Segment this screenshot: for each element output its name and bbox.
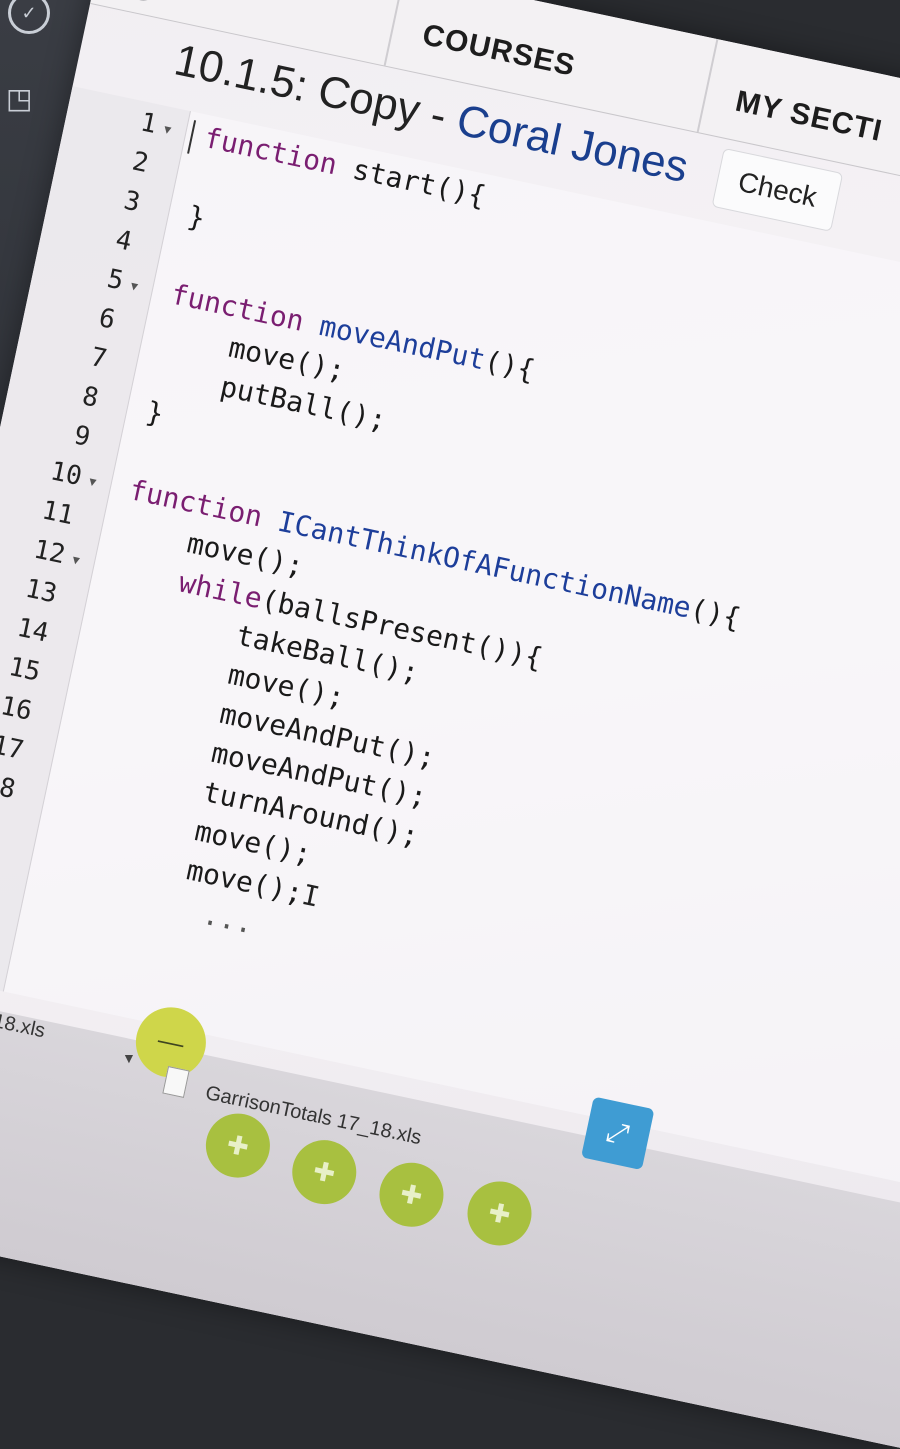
line-number: 7 xyxy=(87,342,110,375)
line-number: 4 xyxy=(112,224,135,258)
line-number: 11 xyxy=(39,495,77,532)
code-editor[interactable]: 1 ▼ 2 3 4 5 ▼ 6 7 8 9 10 ▼ 11 12 ▼ 13 14… xyxy=(0,86,900,1196)
line-number: 8 xyxy=(79,381,102,414)
line-number: 15 xyxy=(6,651,43,688)
line-number: 16 xyxy=(0,691,35,727)
line-number: 1 xyxy=(137,107,160,140)
keyword: function xyxy=(201,121,341,182)
star-icon[interactable]: ✚ xyxy=(199,1107,276,1184)
fold-arrow-icon[interactable]: ▼ xyxy=(69,552,84,568)
code-line[interactable]: } xyxy=(185,199,208,235)
text-caret xyxy=(187,120,197,154)
code-line[interactable]: } xyxy=(143,395,166,431)
star-icon[interactable]: ✚ xyxy=(286,1134,363,1211)
expand-icon[interactable]: ⤢ xyxy=(580,1096,655,1171)
line-number: 14 xyxy=(14,612,52,649)
line-number: 2 xyxy=(129,146,152,180)
chevron-down-icon[interactable]: ▼ xyxy=(122,1050,136,1066)
codehs-editor-screen: COURSES MY SECTI ⚙ 10.1.5: Copy - Coral … xyxy=(0,0,900,1449)
line-number: 13 xyxy=(22,573,60,610)
fold-arrow-icon[interactable]: ▼ xyxy=(85,474,100,490)
line-number: 17 xyxy=(0,730,27,767)
star-icon[interactable]: ✚ xyxy=(373,1156,450,1233)
code-text: (){ xyxy=(481,344,538,387)
code-text: start(){ xyxy=(333,149,489,213)
line-number: 18 xyxy=(0,769,18,806)
code-text: (){ xyxy=(687,592,744,636)
clock-icon[interactable]: ✓ xyxy=(8,0,50,34)
line-number: 6 xyxy=(96,303,118,336)
line-number: 12 xyxy=(31,534,68,571)
check-button[interactable]: Check xyxy=(711,147,844,232)
star-icon[interactable]: ✚ xyxy=(461,1175,538,1252)
line-number: 3 xyxy=(121,185,143,219)
line-number: 5 xyxy=(104,263,127,297)
code-ellipsis: ... xyxy=(199,897,257,941)
line-number: 10 xyxy=(47,456,85,493)
line-number: 9 xyxy=(71,420,93,453)
fold-arrow-icon[interactable]: ▼ xyxy=(127,278,142,294)
map-icon[interactable]: ◳ xyxy=(6,82,32,115)
fold-arrow-icon[interactable]: ▼ xyxy=(160,122,175,138)
